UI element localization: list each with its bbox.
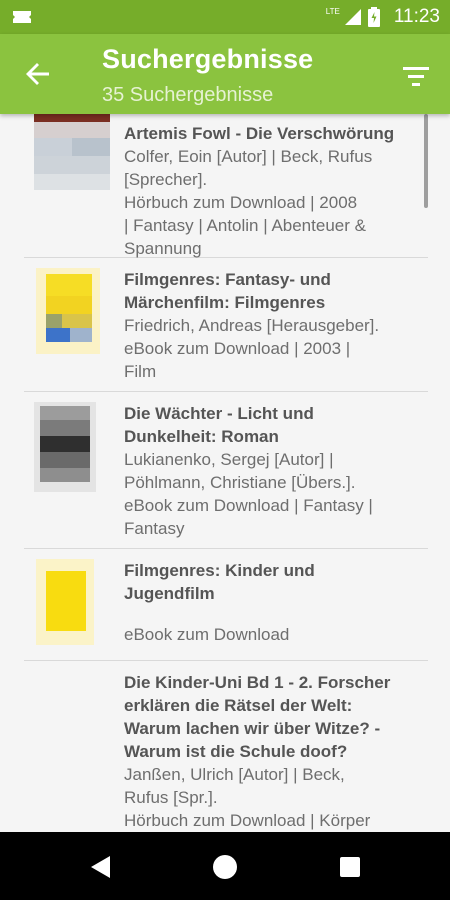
item-meta: Lukianenko, Sergej [Autor] |: [124, 450, 334, 469]
item-meta: [Sprecher].: [124, 170, 208, 189]
item-meta: Friedrich, Andreas [Herausgeber].: [124, 316, 380, 335]
nav-home-icon[interactable]: [208, 850, 242, 884]
item-meta: Colfer, Eoin [Autor] | Beck, Rufus: [124, 147, 373, 166]
results-list[interactable]: Artemis Fowl - Die Verschwörung Colfer, …: [0, 114, 450, 832]
book-cover: [34, 114, 110, 190]
list-item[interactable]: Artemis Fowl - Die Verschwörung Colfer, …: [24, 114, 428, 258]
item-meta: Film: [124, 362, 157, 381]
navigation-bar: [0, 832, 450, 900]
item-meta: Hörbuch zum Download | Körper: [124, 811, 371, 830]
list-item[interactable]: Die Wächter - Licht und Dunkelheit: Roma…: [24, 392, 428, 549]
item-title: Märchenfilm: Filmgenres: [124, 293, 326, 312]
filter-icon[interactable]: [400, 60, 432, 92]
item-meta: Rufus [Spr.].: [124, 788, 218, 807]
list-item[interactable]: Filmgenres: Fantasy- und Märchenfilm: Fi…: [24, 258, 428, 392]
item-meta: eBook zum Download: [124, 625, 290, 644]
item-title: Filmgenres: Kinder und: [124, 561, 315, 580]
item-meta: eBook zum Download | Fantasy |: [124, 496, 373, 515]
item-title: Artemis Fowl - Die Verschwörung: [124, 124, 395, 143]
arrow-back-icon[interactable]: [22, 58, 54, 90]
list-item[interactable]: Die Kinder-Uni Bd 1 - 2. Forscher erklär…: [24, 661, 428, 832]
item-title: Die Wächter - Licht und: [124, 404, 314, 423]
result-count: 35 Suchergebnisse: [102, 84, 274, 106]
signal-icon: [344, 9, 361, 25]
status-icons: LTE 11:23: [326, 0, 440, 34]
item-title: Warum ist die Schule doof?: [124, 742, 348, 761]
item-title: Filmgenres: Fantasy- und: [124, 270, 331, 289]
battery-icon: [367, 7, 380, 27]
item-meta: Hörbuch zum Download | 2008: [124, 193, 358, 212]
book-cover: [36, 559, 94, 645]
item-title: Warum lachen wir über Witze? -: [124, 719, 381, 738]
item-meta: Fantasy: [124, 519, 185, 538]
notification-icon: [13, 11, 31, 23]
nav-recents-icon[interactable]: [333, 850, 367, 884]
item-title: Die Kinder-Uni Bd 1 - 2. Forscher: [124, 673, 391, 692]
item-title: erklären die Rätsel der Welt:: [124, 696, 353, 715]
item-title: Jugendfilm: [124, 584, 215, 603]
item-meta: Janßen, Ulrich [Autor] | Beck,: [124, 765, 345, 784]
item-title: Dunkelheit: Roman: [124, 427, 279, 446]
book-cover: [34, 402, 96, 492]
book-cover: [36, 268, 100, 354]
item-meta: Spannung: [124, 239, 202, 258]
app-bar: Suchergebnisse 35 Suchergebnisse: [0, 34, 450, 114]
item-meta: | Fantasy | Antolin | Abenteuer &: [124, 216, 366, 235]
network-type: LTE: [325, 6, 340, 16]
scrollbar[interactable]: [424, 114, 428, 208]
clock: 11:23: [393, 6, 440, 27]
list-item[interactable]: Filmgenres: Kinder und Jugendfilm eBook …: [24, 549, 428, 661]
item-meta: Pöhlmann, Christiane [Übers.].: [124, 473, 356, 492]
item-meta: eBook zum Download | 2003 |: [124, 339, 351, 358]
page-title: Suchergebnisse: [102, 44, 314, 74]
nav-back-icon[interactable]: [84, 850, 118, 884]
status-bar: LTE 11:23: [0, 0, 450, 34]
